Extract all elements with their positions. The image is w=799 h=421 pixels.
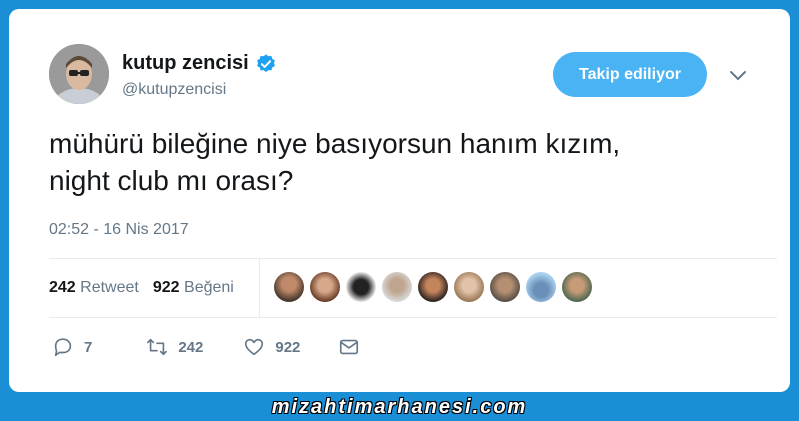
tweet-actions: 7 242 922 bbox=[52, 336, 390, 358]
tweet-card: kutup zencisi @kutupzencisi Takip ediliy… bbox=[9, 9, 790, 392]
liker-avatar[interactable] bbox=[382, 272, 412, 302]
tweet-text-line-2: night club mı orası? bbox=[49, 165, 294, 196]
retweet-stat-label: Retweet bbox=[80, 279, 139, 296]
like-stat-count: 922 bbox=[152, 279, 180, 296]
chevron-down-icon[interactable] bbox=[729, 69, 747, 83]
like-button[interactable]: 922 bbox=[243, 336, 300, 358]
verified-badge-icon bbox=[256, 53, 275, 72]
retweet-button[interactable]: 242 bbox=[146, 336, 203, 358]
tweet-text: mühürü bileğine niye basıyorsun hanım kı… bbox=[49, 125, 769, 199]
divider-top bbox=[49, 258, 777, 259]
author-name[interactable]: kutup zencisi bbox=[122, 52, 249, 75]
retweet-icon bbox=[147, 338, 168, 356]
liker-avatar[interactable] bbox=[490, 272, 520, 302]
retweet-count: 242 bbox=[178, 338, 204, 356]
engagement-stats: 242 Retweet 922 Beğeni bbox=[49, 279, 234, 297]
following-button[interactable]: Takip ediliyor bbox=[553, 52, 707, 97]
liker-avatar[interactable] bbox=[562, 272, 592, 302]
liker-avatar[interactable] bbox=[454, 272, 484, 302]
message-button[interactable] bbox=[338, 336, 360, 358]
liker-avatar[interactable] bbox=[274, 272, 304, 302]
reply-button[interactable]: 7 bbox=[52, 336, 92, 358]
watermark: mizahtimarhanesi.com bbox=[271, 396, 528, 418]
tweet-timestamp[interactable]: 02:52 - 16 Nis 2017 bbox=[49, 221, 189, 239]
divider-bottom bbox=[49, 317, 777, 318]
like-count: 922 bbox=[275, 338, 301, 356]
envelope-icon bbox=[340, 339, 359, 355]
author-handle[interactable]: @kutupzencisi bbox=[122, 81, 226, 99]
retweet-stat[interactable]: 242 Retweet bbox=[49, 279, 139, 297]
retweet-stat-count: 242 bbox=[49, 279, 76, 296]
reply-count: 7 bbox=[84, 338, 93, 356]
liker-avatar[interactable] bbox=[418, 272, 448, 302]
liker-avatar[interactable] bbox=[346, 272, 376, 302]
liker-avatars bbox=[274, 272, 592, 302]
avatar-image bbox=[49, 44, 109, 104]
avatar[interactable] bbox=[49, 44, 109, 104]
reply-icon bbox=[54, 338, 72, 357]
author-name-row: kutup zencisi bbox=[122, 52, 277, 75]
like-stat[interactable]: 922 Beğeni bbox=[153, 279, 234, 297]
liker-avatar[interactable] bbox=[526, 272, 556, 302]
stats-separator bbox=[259, 259, 260, 317]
tweet-text-line-1: mühürü bileğine niye basıyorsun hanım kı… bbox=[49, 128, 621, 159]
like-stat-label: Beğeni bbox=[184, 279, 234, 296]
heart-icon bbox=[245, 338, 264, 356]
liker-avatar[interactable] bbox=[310, 272, 340, 302]
